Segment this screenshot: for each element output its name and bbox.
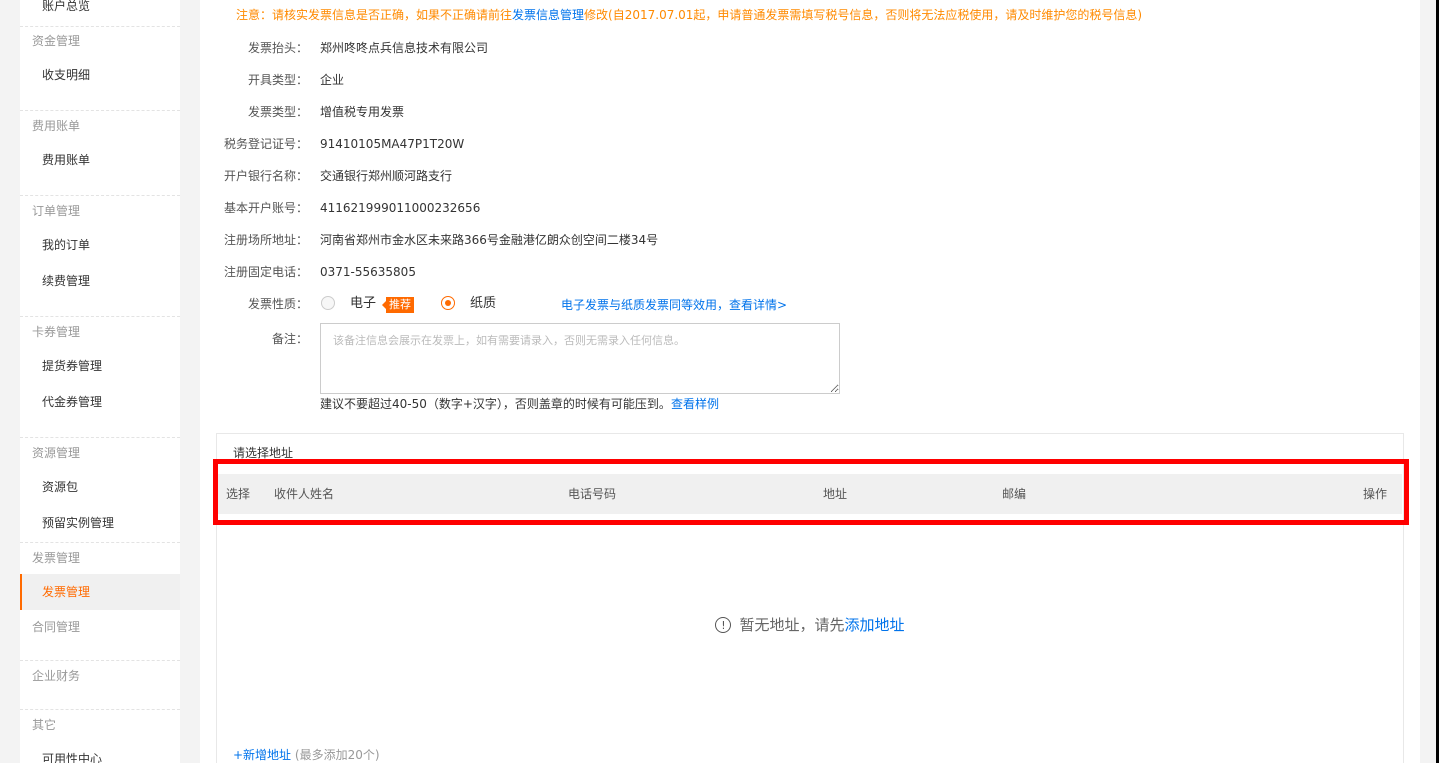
- invoice-field-label: 税务登记证号：: [223, 137, 308, 151]
- sidebar-item[interactable]: 代金券管理: [20, 384, 180, 420]
- invoice-field-value: 郑州咚咚点兵信息技术有限公司: [320, 41, 489, 55]
- invoice-field-label: 开户银行名称：: [223, 169, 308, 183]
- remark-label: 备注：: [271, 332, 308, 346]
- column-header-phone: 电话号码: [568, 487, 617, 501]
- invoice-panel: 注意：请核实发票信息是否正确，如果不正确请前往发票信息管理修改(自2017.07…: [200, 0, 1420, 763]
- app-stage: 账户总览 资金管理 收支明细 费用账单 费用账单 订单管理 我的订单 续费管理 卡券管理 提货券管…: [0, 0, 1436, 763]
- column-header-select: 选择: [226, 487, 251, 501]
- column-header-address: 地址: [823, 487, 848, 501]
- remark-textarea[interactable]: [320, 323, 840, 394]
- address-section-title: 请选择地址: [233, 446, 294, 460]
- invoice-field-value: 增值税专用发票: [320, 105, 405, 119]
- sidebar-group-heading: 其它: [32, 718, 57, 732]
- sidebar-group-heading: 企业财务: [32, 669, 81, 683]
- remark-hint-row: 建议不要超过40-50（数字+汉字），否则盖章的时候有可能压到。查看样例: [320, 394, 719, 414]
- invoice-field-row: 注册固定电话： 0371-55635805: [200, 262, 1100, 282]
- invoice-field-label: 发票抬头：: [247, 41, 308, 55]
- recommend-badge: 推荐: [382, 297, 414, 313]
- invoice-field-value: 91410105MA47P1T20W: [320, 137, 465, 151]
- notice-banner: 注意：请核实发票信息是否正确，如果不正确请前往发票信息管理修改(自2017.07…: [236, 6, 1142, 23]
- invoice-nature-label: 发票性质：: [247, 297, 308, 311]
- invoice-field-label: 基本开户账号：: [223, 201, 308, 215]
- sidebar-item[interactable]: 收支明细: [20, 57, 180, 93]
- sidebar-item[interactable]: 账户总览: [20, 0, 180, 24]
- sidebar-group-heading: 资源管理: [32, 446, 81, 460]
- sidebar-item[interactable]: 提货券管理: [20, 348, 180, 384]
- column-header-actions: 操作: [1363, 487, 1388, 501]
- sidebar-item[interactable]: 资源包: [20, 469, 180, 505]
- remark-hint: 建议不要超过40-50（数字+汉字），否则盖章的时候有可能压到。: [320, 397, 671, 411]
- sidebar-group-heading: 合同管理: [32, 620, 81, 634]
- new-address-row: +新增地址 (最多添加20个): [233, 746, 380, 763]
- column-header-recipient: 收件人姓名: [274, 487, 335, 501]
- invoice-field-row: 税务登记证号： 91410105MA47P1T20W: [200, 134, 1100, 154]
- paper-option-label[interactable]: 纸质: [470, 294, 496, 314]
- sidebar-group-heading: 费用账单: [32, 119, 81, 133]
- sidebar-group-heading: 订单管理: [32, 204, 81, 218]
- invoice-field-row: 基本开户账号： 411621999011000232656: [200, 198, 1100, 218]
- remark-label-row: 备注：: [200, 329, 340, 349]
- info-icon: !: [715, 617, 732, 633]
- electronic-option-label[interactable]: 电子: [350, 294, 376, 314]
- invoice-field-label: 发票类型：: [247, 105, 308, 119]
- column-header-zip: 邮编: [1002, 487, 1027, 501]
- sidebar-item-active[interactable]: 发票管理: [20, 574, 180, 610]
- view-sample-link[interactable]: 查看样例: [671, 397, 719, 411]
- invoice-field-value: 交通银行郑州顺河路支行: [320, 169, 453, 183]
- invoice-field-label: 开具类型：: [247, 73, 308, 87]
- add-address-link[interactable]: 添加地址: [845, 616, 905, 634]
- address-empty-state: ! 暂无地址，请先添加地址: [217, 614, 1403, 636]
- electronic-radio[interactable]: [321, 296, 335, 310]
- invoice-field-value: 0371-55635805: [320, 265, 416, 279]
- paper-radio[interactable]: [441, 296, 455, 310]
- address-section: 请选择地址 选择 收件人姓名 电话号码 地址 邮编 操作 ! 暂无地址，请先添加地…: [216, 433, 1404, 763]
- invoice-field-row: 发票类型： 增值税专用发票: [200, 102, 1100, 122]
- nature-details-link[interactable]: 电子发票与纸质发票同等效用，查看详情>: [561, 295, 787, 315]
- notice-suffix: 修改(自2017.07.01起，申请普通发票需填写税号信息，否则将无法应税使用，…: [584, 8, 1143, 22]
- invoice-field-label: 注册固定电话：: [223, 265, 308, 279]
- invoice-field-row: 开具类型： 企业: [200, 70, 1100, 90]
- sidebar-group-heading: 卡券管理: [32, 325, 81, 339]
- empty-state-text: 暂无地址，请先: [739, 616, 845, 634]
- sidebar-item[interactable]: 续费管理: [20, 263, 180, 299]
- invoice-field-label: 注册场所地址：: [223, 233, 308, 247]
- invoice-field-value: 411621999011000232656: [320, 201, 481, 215]
- invoice-field-row: 注册场所地址： 河南省郑州市金水区未来路366号金融港亿朗众创空间二楼34号: [200, 230, 1100, 250]
- invoice-info-manage-link[interactable]: 发票信息管理: [512, 8, 584, 22]
- invoice-field-value: 河南省郑州市金水区未来路366号金融港亿朗众创空间二楼34号: [320, 233, 659, 247]
- sidebar: 账户总览 资金管理 收支明细 费用账单 费用账单 订单管理 我的订单 续费管理 卡券管理 提货券管…: [20, 0, 180, 763]
- new-address-hint: (最多添加20个): [294, 748, 380, 762]
- sidebar-group-heading: 发票管理: [32, 551, 81, 565]
- sidebar-item[interactable]: 可用性中心: [20, 741, 180, 763]
- invoice-nature-row: 发票性质： 电子 推荐 纸质 电子发票与纸质发票同等效用，查看详情>: [200, 294, 1100, 314]
- address-table-header: 选择 收件人姓名 电话号码 地址 邮编 操作: [218, 474, 1402, 514]
- invoice-field-row: 发票抬头： 郑州咚咚点兵信息技术有限公司: [200, 38, 1100, 58]
- invoice-field-value: 企业: [320, 73, 345, 87]
- sidebar-item[interactable]: 费用账单: [20, 142, 180, 178]
- sidebar-item[interactable]: 我的订单: [20, 227, 180, 263]
- notice-prefix: 注意：请核实发票信息是否正确，如果不正确请前往: [236, 8, 513, 22]
- new-address-link[interactable]: +新增地址: [233, 748, 291, 762]
- sidebar-group-heading: 资金管理: [32, 34, 81, 48]
- sidebar-item[interactable]: 预留实例管理: [20, 505, 180, 541]
- invoice-field-row: 开户银行名称： 交通银行郑州顺河路支行: [200, 166, 1100, 186]
